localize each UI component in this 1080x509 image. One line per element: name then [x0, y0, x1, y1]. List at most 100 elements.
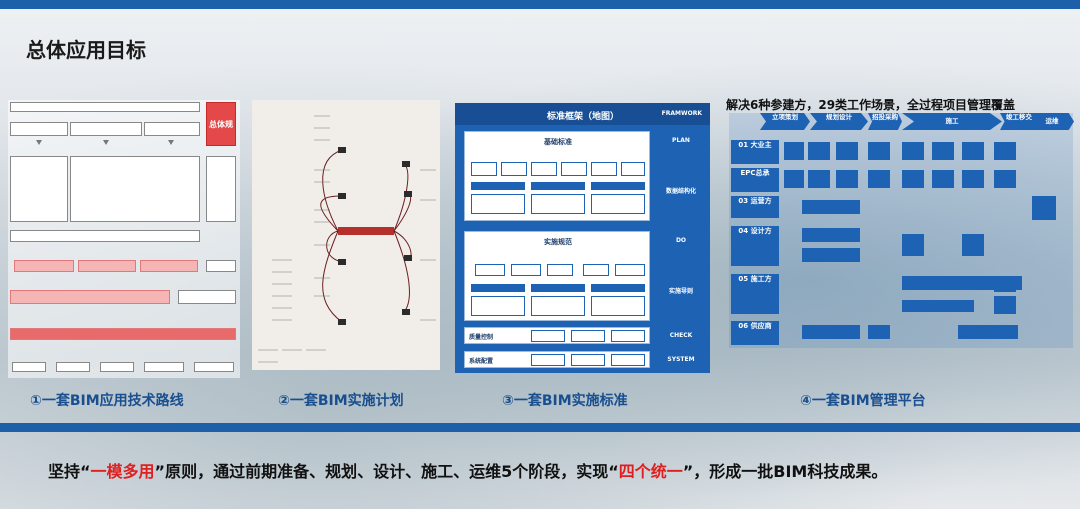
- framework-section-basic: 基础标准 PLAN 数据结构化: [464, 131, 696, 221]
- diagram-box: [144, 122, 200, 136]
- diagram-box: [78, 260, 136, 272]
- standard-cell: [591, 162, 617, 176]
- phase-chevron: 运维: [1030, 113, 1074, 130]
- standard-cell: [531, 354, 565, 366]
- standard-cell: [611, 354, 645, 366]
- diagram-box: [206, 260, 236, 272]
- standard-cell: [621, 162, 645, 176]
- section-title: 系统配置: [469, 358, 494, 365]
- framework-tag: FRAMWORK: [661, 110, 702, 117]
- arrow-down-icon: [103, 140, 109, 145]
- scenario-tile: [962, 142, 984, 160]
- row-label: 06 供应商: [731, 321, 779, 345]
- caption-plan: ②一套BIM实施计划: [278, 393, 404, 409]
- standard-cell: [591, 296, 645, 316]
- scenario-tile: [784, 170, 804, 188]
- category-bar: [531, 182, 585, 190]
- standard-cell: [471, 194, 525, 214]
- diagram-box: [12, 362, 46, 372]
- scenario-tile: [802, 228, 860, 242]
- phase-chevron: 施工: [902, 113, 1002, 130]
- framework-title: 标准框架（地图）: [547, 112, 620, 122]
- top-accent-stripe: [0, 0, 1080, 9]
- category-bar: [591, 284, 645, 292]
- diagram-box: [194, 362, 234, 372]
- category-bar: [471, 284, 525, 292]
- section-tag: CHECK: [669, 332, 693, 339]
- standard-cell: [531, 194, 585, 214]
- caption-standard: ③一套BIM实施标准: [502, 393, 628, 409]
- framework-section-implementation: 实施规范 DO 实施导则: [464, 231, 693, 321]
- scenario-tile: [958, 325, 1018, 339]
- summary-statement: 坚持“一模多用”原则，通过前期准备、规划、设计、施工、运维5个阶段，实现“四个统…: [48, 458, 887, 482]
- category-bar: [531, 284, 585, 292]
- scenario-tile: [868, 325, 890, 339]
- scenario-tile: [1032, 196, 1056, 220]
- caption-roadmap: ①一套BIM应用技术路线: [30, 393, 184, 409]
- diagram-box: [14, 260, 74, 272]
- summary-highlight: 四个统一: [618, 462, 683, 481]
- framework-header: 标准框架（地图） FRAMWORK: [455, 103, 710, 125]
- standard-cell: [547, 264, 573, 276]
- scenario-tile: [962, 170, 984, 188]
- row-label: 03 运营方: [731, 196, 779, 218]
- scenario-tile: [868, 142, 890, 160]
- scenario-tile: [994, 278, 1016, 292]
- scenario-tile: [902, 234, 924, 256]
- section-tag: SYSTEM: [667, 356, 695, 363]
- diagram-box: [10, 230, 200, 242]
- bim-management-platform: 解决6种参建方，29类工作场景，全过程项目管理覆盖 立项策划 规划设计 招投采购…: [722, 96, 1076, 376]
- caption-platform: ④一套BIM管理平台: [800, 393, 926, 409]
- standard-cell: [501, 162, 527, 176]
- diagram-box: [178, 290, 236, 304]
- summary-text: 坚持“: [48, 462, 91, 481]
- diagram-box: [10, 156, 68, 222]
- diagram-box: [100, 362, 134, 372]
- diagram-box: [10, 102, 200, 112]
- section-side-label: 数据结构化: [665, 188, 696, 195]
- scenario-tile: [784, 142, 804, 160]
- scenario-tile: [994, 170, 1016, 188]
- scenario-tile: [808, 170, 830, 188]
- scenario-tile: [808, 142, 830, 160]
- bim-tech-roadmap-diagram: 总体规划: [8, 100, 240, 378]
- diagram-box: [10, 122, 68, 136]
- diagram-box: [144, 362, 184, 372]
- standard-cell: [591, 194, 645, 214]
- diagram-box: [10, 290, 170, 304]
- scenario-tile: [802, 325, 860, 339]
- section-title: 基础标准: [544, 138, 572, 146]
- scenario-tile: [902, 142, 924, 160]
- footer-accent-stripe: [0, 423, 1080, 432]
- standard-cell: [531, 162, 557, 176]
- row-label: 04 设计方: [731, 226, 779, 266]
- standard-cell: [475, 264, 505, 276]
- phase-chevron: 立项策划: [760, 113, 810, 130]
- arrow-down-icon: [36, 140, 42, 145]
- scenario-tile: [836, 170, 858, 188]
- standard-cell: [511, 264, 541, 276]
- platform-title: 解决6种参建方，29类工作场景，全过程项目管理覆盖: [726, 98, 1016, 112]
- standard-cell: [615, 264, 645, 276]
- scenario-tile: [932, 142, 954, 160]
- section-title: 实施规范: [544, 238, 572, 246]
- standard-cell: [561, 162, 587, 176]
- page-title: 总体应用目标: [26, 38, 146, 62]
- platform-grid: [729, 113, 1073, 348]
- scenario-tile: [802, 248, 860, 262]
- standard-cell: [583, 264, 609, 276]
- category-bar: [471, 182, 525, 190]
- total-planning-box: 总体规划: [206, 102, 236, 173]
- mindmap-graphic: [258, 115, 436, 363]
- row-label: 05 施工方: [731, 274, 779, 314]
- diagram-box: [10, 328, 236, 340]
- section-side-label: 实施导则: [668, 288, 693, 295]
- section-title: 质量控制: [469, 334, 494, 341]
- bim-standard-framework: 标准框架（地图） FRAMWORK 基础标准 PLAN 数据结构化 实施规范 D…: [455, 103, 710, 373]
- scenario-tile: [902, 170, 924, 188]
- diagram-box: [70, 156, 200, 222]
- section-tag: PLAN: [672, 137, 690, 144]
- scenario-tile: [868, 170, 890, 188]
- standard-cell: [531, 330, 565, 342]
- standard-cell: [571, 354, 605, 366]
